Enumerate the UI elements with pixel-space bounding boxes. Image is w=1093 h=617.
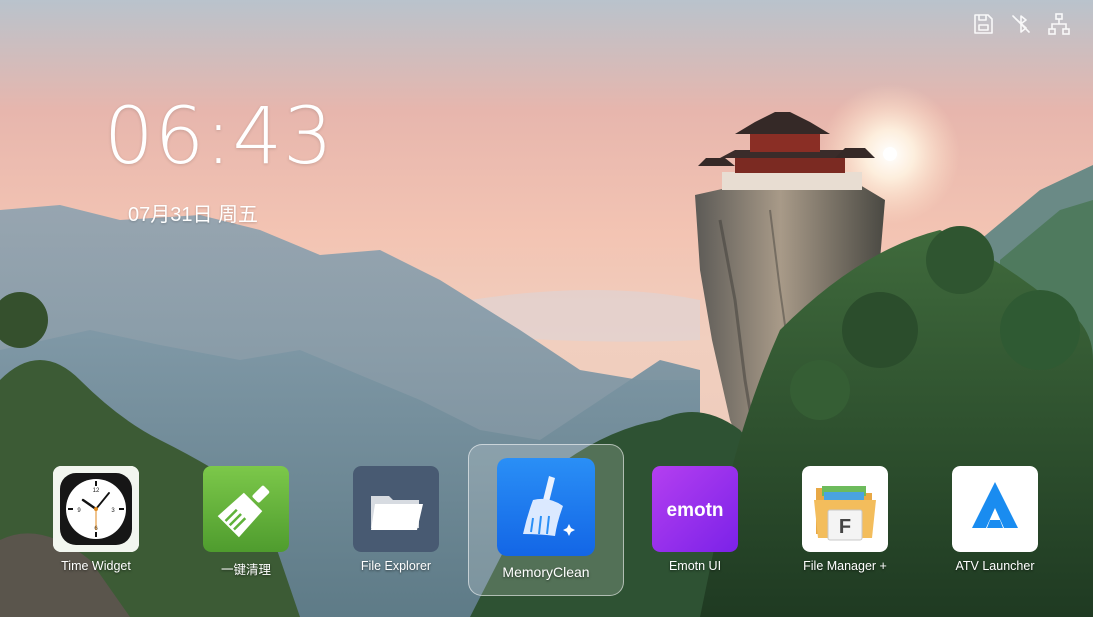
svg-text:12: 12: [93, 488, 100, 494]
app-label: 一键清理: [220, 563, 271, 577]
app-one-key-clean[interactable]: 一键清理: [181, 466, 311, 578]
launcher-home-screen: 06:43 07月31日 周五 12369: [0, 0, 1093, 617]
folder-icon: [353, 466, 439, 552]
app-label: MemoryClean: [502, 564, 590, 580]
emotn-logo-icon: emotn: [652, 466, 738, 552]
app-file-explorer[interactable]: File Explorer: [331, 466, 461, 573]
app-time-widget[interactable]: 12369 Time Widget: [31, 466, 161, 573]
app-file-manager-plus[interactable]: F File Manager +: [780, 466, 910, 573]
atv-launcher-icon: [952, 466, 1038, 552]
clock-date: 07月31日 周五: [128, 204, 259, 226]
app-label: ATV Launcher: [955, 559, 1035, 573]
app-label: File Manager +: [803, 559, 887, 573]
sd-card-icon: [974, 14, 993, 34]
clock-time: 06:43: [104, 92, 334, 182]
clock-icon: 12369: [53, 466, 139, 552]
file-manager-logo-letter: F: [839, 516, 851, 538]
app-label: Time Widget: [61, 559, 131, 573]
app-atv-launcher[interactable]: ATV Launcher: [930, 466, 1060, 573]
app-memory-clean[interactable]: MemoryClean: [468, 444, 624, 596]
app-label: Emotn UI: [668, 559, 722, 573]
broom-icon: [497, 458, 595, 556]
app-emotn-ui[interactable]: emotn Emotn UI: [630, 466, 760, 573]
bluetooth-off-icon: [1012, 15, 1030, 33]
ethernet-icon: [1048, 13, 1070, 35]
broom-clean-icon: [203, 466, 289, 552]
status-bar: [971, 12, 1071, 36]
emotn-logo-text: emotn: [667, 500, 724, 521]
file-manager-icon: F: [802, 466, 888, 552]
app-label: File Explorer: [360, 559, 432, 573]
